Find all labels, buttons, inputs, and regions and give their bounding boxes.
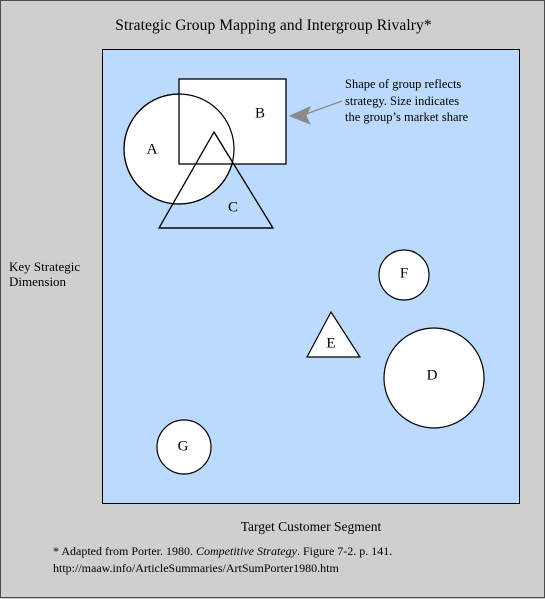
y-axis-label-line-2: Dimension — [9, 274, 67, 289]
page-title: Strategic Group Mapping and Intergroup R… — [115, 17, 432, 34]
group-label-e: E — [326, 335, 336, 352]
group-label-d: D — [426, 367, 438, 384]
footnote-source-prefix: * Adapted from Porter. 1980. — [53, 544, 196, 558]
footnote-line-1: * Adapted from Porter. 1980. Competitive… — [53, 543, 523, 560]
footnote-source-suffix: . Figure 7-2. p. 141. — [296, 544, 393, 558]
footnote-book-title: Competitive Strategy — [195, 544, 297, 558]
x-axis-label: Target Customer Segment — [240, 519, 382, 534]
annotation-line-3: the group’s market share — [345, 110, 469, 124]
footnote: * Adapted from Porter. 1980. Competitive… — [53, 543, 523, 577]
y-axis-label: Key Strategic Dimension — [9, 259, 101, 289]
group-label-a: A — [146, 141, 158, 158]
group-label-g: G — [177, 438, 189, 455]
footnote-url[interactable]: http://maaw.info/ArticleSummaries/ArtSum… — [53, 560, 523, 577]
y-axis-label-line-1: Key Strategic — [9, 259, 81, 274]
group-label-f: F — [399, 265, 409, 282]
annotation-line-1: Shape of group reflects — [345, 77, 462, 91]
group-label-b: B — [254, 105, 266, 122]
page-root: Strategic Group Mapping and Intergroup R… — [0, 0, 545, 598]
group-label-c: C — [227, 199, 239, 216]
annotation-text: Shape of group reflects strategy. Size i… — [345, 76, 525, 126]
annotation-line-2: strategy. Size indicates — [345, 93, 460, 108]
